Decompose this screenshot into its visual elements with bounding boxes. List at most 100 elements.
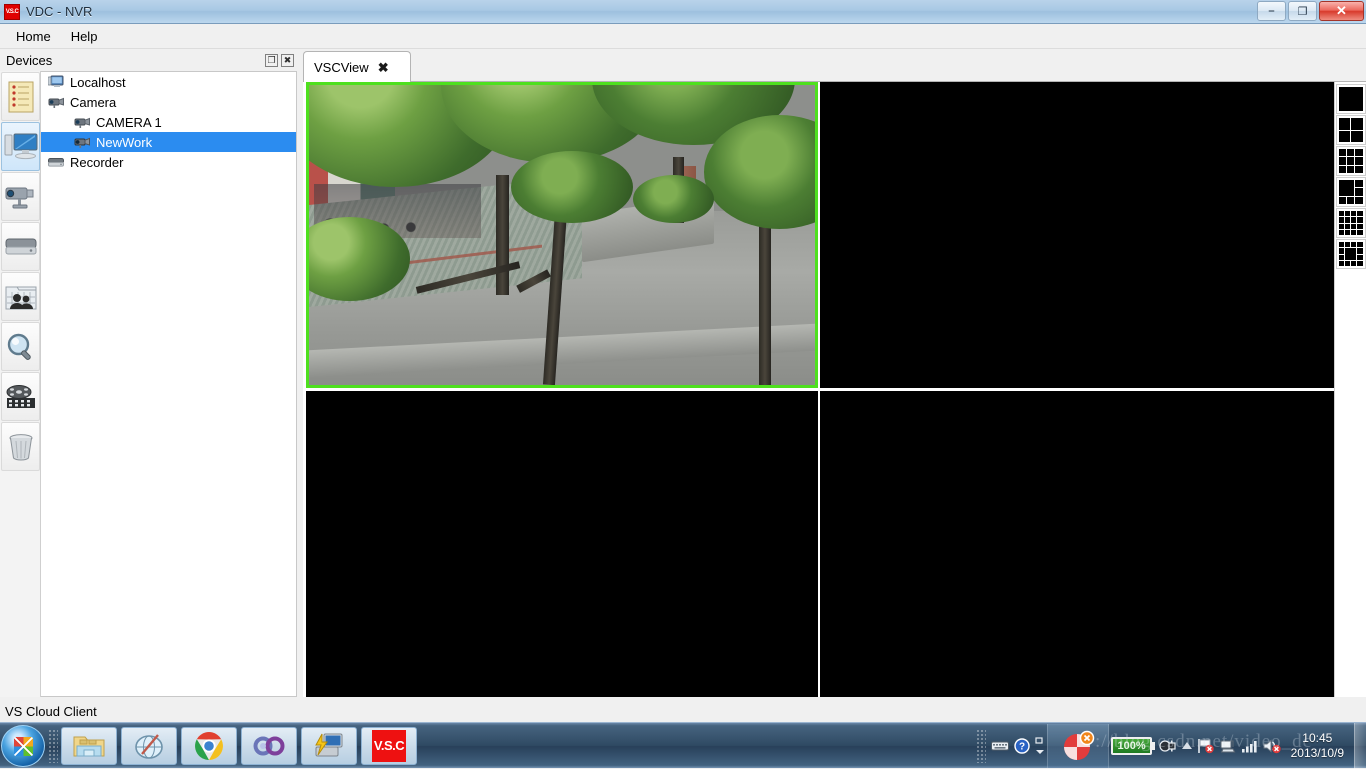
scene-tree-trunk	[496, 175, 510, 295]
film-reel-icon-button[interactable]	[1, 372, 40, 421]
tab-strip: VSCView ✖	[303, 49, 1366, 82]
tree-node-recorder[interactable]: Recorder	[41, 152, 296, 172]
trash-bin-icon	[9, 433, 32, 460]
app-icon: V.S.C	[4, 3, 20, 20]
minimize-button[interactable]: ⎯	[1257, 1, 1286, 21]
chrome-icon-button[interactable]	[181, 726, 237, 765]
users-group-icon	[5, 286, 36, 309]
harddisk-icon-button[interactable]	[1, 222, 40, 271]
dock-float-icon[interactable]: ❐	[265, 54, 278, 67]
browser-globe-icon	[135, 733, 163, 759]
restore-button[interactable]: ❐	[1288, 1, 1317, 21]
vsc-tray-icon[interactable]	[1047, 723, 1110, 768]
video-grid	[303, 82, 1334, 697]
video-cell-3[interactable]	[306, 391, 818, 697]
device-tree[interactable]: Localhost Camera CAMERA 1 NewWork Record…	[41, 71, 297, 697]
chrome-icon	[195, 731, 223, 760]
camera-icon	[47, 94, 65, 110]
layout-9-button[interactable]	[1335, 146, 1366, 176]
tab-close-icon[interactable]: ✖	[378, 61, 389, 74]
dock-close-icon[interactable]: ✖	[281, 54, 294, 67]
window-titlebar: V.S.C VDC - NVR ⎯ ❐ ✕	[0, 0, 1366, 24]
magnifier-search-icon-button[interactable]	[1, 322, 40, 371]
camera-icon	[5, 187, 33, 208]
clock-date: 2013/10/9	[1290, 745, 1344, 760]
file-explorer-icon-button[interactable]	[61, 726, 117, 765]
battery-percent: 100%	[1117, 739, 1146, 752]
chevron-up-icon[interactable]	[1179, 733, 1195, 759]
tree-node-label: Recorder	[70, 154, 124, 170]
speaker-muted-icon[interactable]	[1261, 733, 1283, 759]
video-cell-1[interactable]	[306, 82, 818, 388]
layout-6-button[interactable]	[1335, 177, 1366, 207]
status-bar: VS Cloud Client	[0, 700, 1366, 722]
action-center-flag-icon[interactable]	[1195, 733, 1217, 759]
layout-13-button[interactable]	[1335, 239, 1366, 269]
power-plug-icon[interactable]	[1157, 733, 1179, 759]
notes-list-icon	[8, 81, 33, 112]
battery-indicator[interactable]: 100%	[1111, 736, 1155, 755]
vsc-app-label: V.S.C	[373, 738, 405, 753]
taskbar: V.S.C ? 100% 10:45 2013/10/9	[0, 722, 1366, 769]
camera-icon	[73, 114, 91, 130]
camera-icon-button[interactable]	[1, 172, 40, 221]
menu-home-label: Home	[16, 28, 51, 44]
film-reel-icon	[6, 384, 35, 408]
monitor-icon-button[interactable]	[1, 122, 40, 171]
layout-4-button[interactable]	[1335, 115, 1366, 145]
vsc-app-icon: V.S.C	[372, 729, 406, 762]
battery-tip	[1151, 741, 1155, 750]
tree-node-newwork[interactable]: NewWork	[41, 132, 296, 152]
computer-icon	[47, 74, 65, 90]
video-cell-4[interactable]	[820, 391, 1334, 697]
trash-bin-icon-button[interactable]	[1, 422, 40, 471]
taskbar-grip[interactable]	[48, 728, 58, 763]
keyboard-icon[interactable]	[989, 733, 1011, 759]
remote-desktop-icon	[315, 733, 343, 756]
system-tray: ? 100% 10:45 2013/10/9	[973, 722, 1366, 769]
layout-1-button[interactable]	[1335, 84, 1366, 114]
taskbar-clock[interactable]: 10:45 2013/10/9	[1283, 731, 1352, 761]
menu-help[interactable]: Help	[63, 26, 106, 47]
overflow-chevron-icon[interactable]	[1033, 733, 1047, 759]
tree-node-label: CAMERA 1	[96, 114, 162, 130]
close-button[interactable]: ✕	[1319, 1, 1364, 21]
tab-vscview[interactable]: VSCView ✖	[303, 51, 411, 82]
tab-label: VSCView	[314, 59, 369, 75]
devices-panel-title: Devices	[6, 53, 53, 68]
browser-globe-icon-button[interactable]	[121, 726, 177, 765]
clock-time: 10:45	[1302, 730, 1333, 745]
start-button[interactable]	[1, 724, 45, 767]
layout-16-button[interactable]	[1335, 208, 1366, 238]
notes-list-icon-button[interactable]	[1, 72, 40, 121]
tree-node-camera[interactable]: Camera	[41, 92, 296, 112]
window-controls: ⎯ ❐ ✕	[1257, 1, 1364, 21]
signal-bars-icon[interactable]	[1239, 733, 1261, 759]
file-explorer-icon	[73, 736, 105, 756]
menu-home[interactable]: Home	[8, 26, 59, 47]
svg-text:?: ?	[1019, 741, 1025, 752]
menubar: Home Help	[0, 24, 1366, 49]
network-error-icon[interactable]	[1217, 733, 1239, 759]
video-cell-2[interactable]	[820, 82, 1334, 388]
layout-selector	[1334, 82, 1366, 697]
tree-node-camera-1[interactable]: CAMERA 1	[41, 112, 296, 132]
camera-icon	[73, 134, 91, 150]
tree-node-label: Localhost	[70, 74, 126, 90]
infinity-app-icon	[253, 736, 285, 755]
tree-node-label: NewWork	[96, 134, 153, 150]
show-desktop-button[interactable]	[1354, 722, 1366, 769]
devices-dock-header: Devices ❐ ✖	[0, 50, 297, 71]
camera-live-view	[309, 85, 815, 385]
tray-grip[interactable]	[976, 728, 987, 763]
scene-tree-canopy	[632, 175, 714, 223]
scene-tree-canopy	[511, 151, 633, 223]
scene-tree-trunk	[759, 211, 772, 385]
help-question-icon[interactable]: ?	[1011, 733, 1033, 759]
infinity-app-icon-button[interactable]	[241, 726, 297, 765]
remote-desktop-icon-button[interactable]	[301, 726, 357, 765]
tree-node-localhost[interactable]: Localhost	[41, 72, 296, 92]
users-group-icon-button[interactable]	[1, 272, 40, 321]
vsc-app-icon-button[interactable]: V.S.C	[361, 726, 417, 765]
left-icon-rail	[0, 71, 41, 697]
